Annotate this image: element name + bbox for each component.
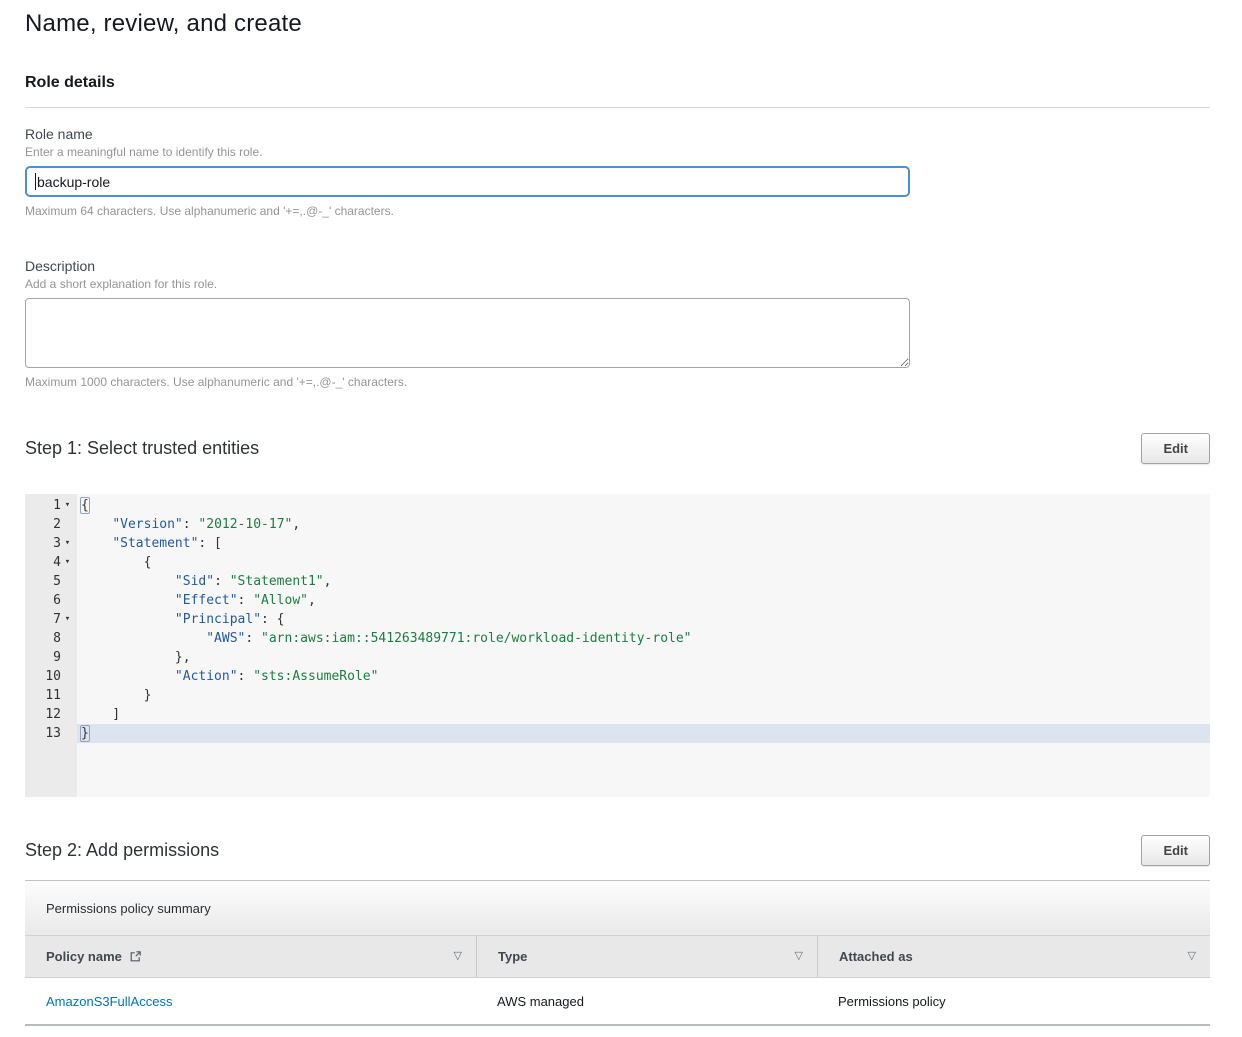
line-number: 10: [25, 669, 61, 684]
sort-icon-attached-as[interactable]: ▽: [1188, 951, 1196, 962]
role-name-constraint: Maximum 64 characters. Use alphanumeric …: [25, 204, 1210, 218]
policy-type-cell: AWS managed: [476, 978, 817, 1024]
line-number: 7: [25, 612, 61, 627]
code-line[interactable]: "Sid": "Statement1",: [77, 572, 1210, 591]
code-line[interactable]: {: [77, 496, 1210, 515]
permissions-panel: Permissions policy summary Policy name ▽…: [25, 880, 1210, 1026]
fold-toggle-icon[interactable]: ▾: [61, 553, 74, 572]
role-name-input[interactable]: [25, 166, 910, 197]
fold-toggle-icon[interactable]: ▾: [61, 610, 74, 629]
line-number: 9: [25, 650, 61, 665]
code-line[interactable]: }: [77, 724, 1210, 743]
role-name-label: Role name: [25, 126, 1210, 142]
column-type[interactable]: Type ▽: [476, 936, 817, 977]
sort-icon-policy-name[interactable]: ▽: [454, 951, 462, 962]
code-line[interactable]: "AWS": "arn:aws:iam::541263489771:role/w…: [77, 629, 1210, 648]
role-name-help: Enter a meaningful name to identify this…: [25, 145, 1210, 159]
description-textarea[interactable]: [25, 298, 910, 368]
line-number: 12: [25, 707, 61, 722]
policy-name-link[interactable]: AmazonS3FullAccess: [46, 994, 172, 1009]
description-label: Description: [25, 258, 1210, 274]
code-line[interactable]: "Principal": {: [77, 610, 1210, 629]
code-line[interactable]: "Action": "sts:AssumeRole": [77, 667, 1210, 686]
table-row: AmazonS3FullAccess AWS managedPermissions…: [25, 978, 1210, 1026]
step1-heading: Step 1: Select trusted entities: [25, 438, 259, 459]
step2-heading: Step 2: Add permissions: [25, 840, 219, 861]
line-number: 1: [25, 498, 61, 513]
trust-policy-editor[interactable]: 1▾23▾4▾567▾8910111213 { "Version": "2012…: [25, 494, 1210, 797]
permissions-panel-header: Permissions policy summary: [25, 881, 1210, 936]
step1-header-row: Step 1: Select trusted entities Edit: [25, 433, 1210, 464]
column-policy-name[interactable]: Policy name ▽: [25, 936, 476, 977]
code-line[interactable]: ]: [77, 705, 1210, 724]
code-line[interactable]: },: [77, 648, 1210, 667]
line-number: 13: [25, 726, 61, 741]
description-constraint: Maximum 1000 characters. Use alphanumeri…: [25, 375, 1210, 389]
policy-table-header: Policy name ▽ Type ▽ Attached as ▽: [25, 936, 1210, 978]
code-line[interactable]: {: [77, 553, 1210, 572]
policy-table-body: AmazonS3FullAccess AWS managedPermissions…: [25, 978, 1210, 1026]
page-content: Name, review, and create Role details Ro…: [0, 0, 1242, 1026]
role-details-divider: [25, 107, 1210, 108]
line-number: 4: [25, 555, 61, 570]
line-number: 8: [25, 631, 61, 646]
code-line[interactable]: "Version": "2012-10-17",: [77, 515, 1210, 534]
line-number: 11: [25, 688, 61, 703]
policy-attached-as-cell: Permissions policy: [817, 978, 1210, 1024]
fold-toggle-icon[interactable]: ▾: [61, 534, 74, 553]
external-link-icon: [129, 950, 142, 963]
code-line[interactable]: }: [77, 686, 1210, 705]
policy-editor-lines: { "Version": "2012-10-17", "Statement": …: [77, 494, 1210, 797]
step2-edit-button[interactable]: Edit: [1141, 835, 1210, 866]
sort-icon-type[interactable]: ▽: [795, 951, 803, 962]
role-details-heading: Role details: [25, 74, 1210, 92]
role-name-input-wrap: [25, 166, 910, 197]
code-line[interactable]: "Effect": "Allow",: [77, 591, 1210, 610]
policy-name-column-label: Policy name: [46, 949, 122, 964]
attached-as-column-label: Attached as: [839, 949, 913, 964]
type-column-label: Type: [498, 949, 527, 964]
permissions-panel-title: Permissions policy summary: [46, 901, 211, 916]
line-number: 3: [25, 536, 61, 551]
line-number: 6: [25, 593, 61, 608]
line-number: 5: [25, 574, 61, 589]
page-title: Name, review, and create: [25, 10, 1210, 38]
code-line[interactable]: "Statement": [: [77, 534, 1210, 553]
step2-header-row: Step 2: Add permissions Edit: [25, 835, 1210, 866]
column-attached-as[interactable]: Attached as ▽: [817, 936, 1210, 977]
line-number: 2: [25, 517, 61, 532]
step1-edit-button[interactable]: Edit: [1141, 433, 1210, 464]
description-help: Add a short explanation for this role.: [25, 277, 1210, 291]
fold-toggle-icon[interactable]: ▾: [61, 496, 74, 515]
policy-editor-gutter: 1▾23▾4▾567▾8910111213: [25, 494, 77, 797]
text-caret: [35, 173, 36, 190]
